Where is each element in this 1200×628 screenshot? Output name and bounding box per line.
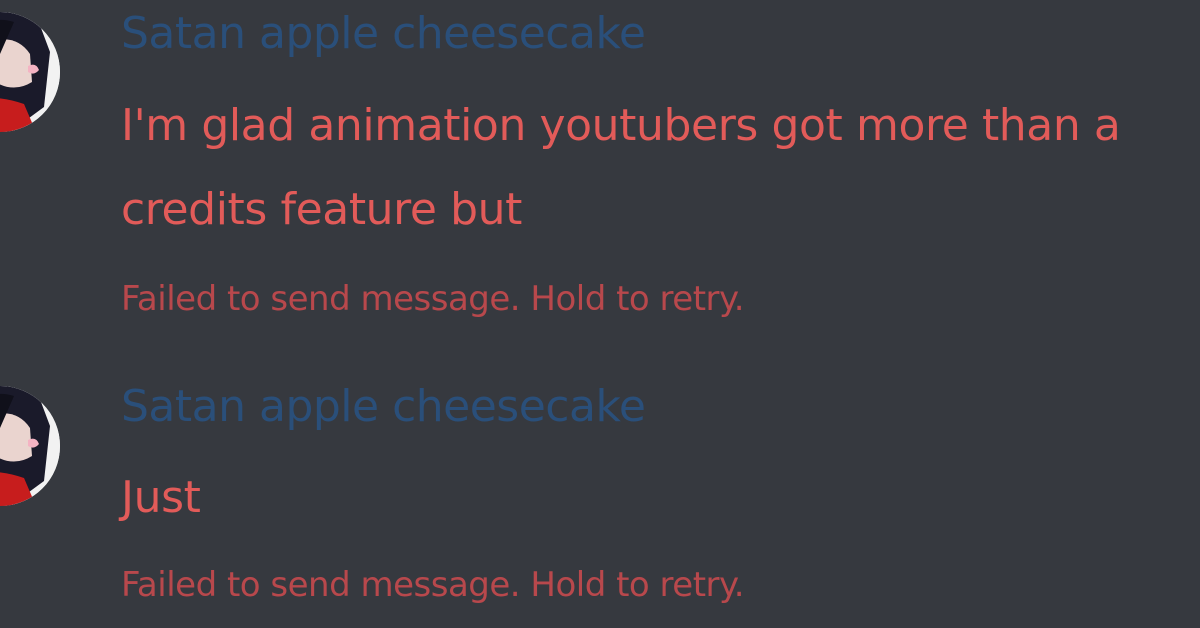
- chat-message-list: Satan apple cheesecake I'm glad animatio…: [0, 0, 1200, 628]
- user-avatar[interactable]: [0, 12, 60, 132]
- user-avatar[interactable]: [0, 386, 60, 506]
- message-content: Just: [121, 472, 201, 523]
- message-author[interactable]: Satan apple cheesecake: [121, 385, 646, 429]
- message-content: I'm glad animation youtubers got more th…: [121, 100, 1121, 235]
- failed-send-status[interactable]: Failed to send message. Hold to retry.: [121, 282, 745, 316]
- user-avatar-icon: [0, 386, 60, 506]
- message-author[interactable]: Satan apple cheesecake: [121, 12, 646, 56]
- failed-send-status[interactable]: Failed to send message. Hold to retry.: [121, 568, 745, 602]
- user-avatar-icon: [0, 12, 60, 132]
